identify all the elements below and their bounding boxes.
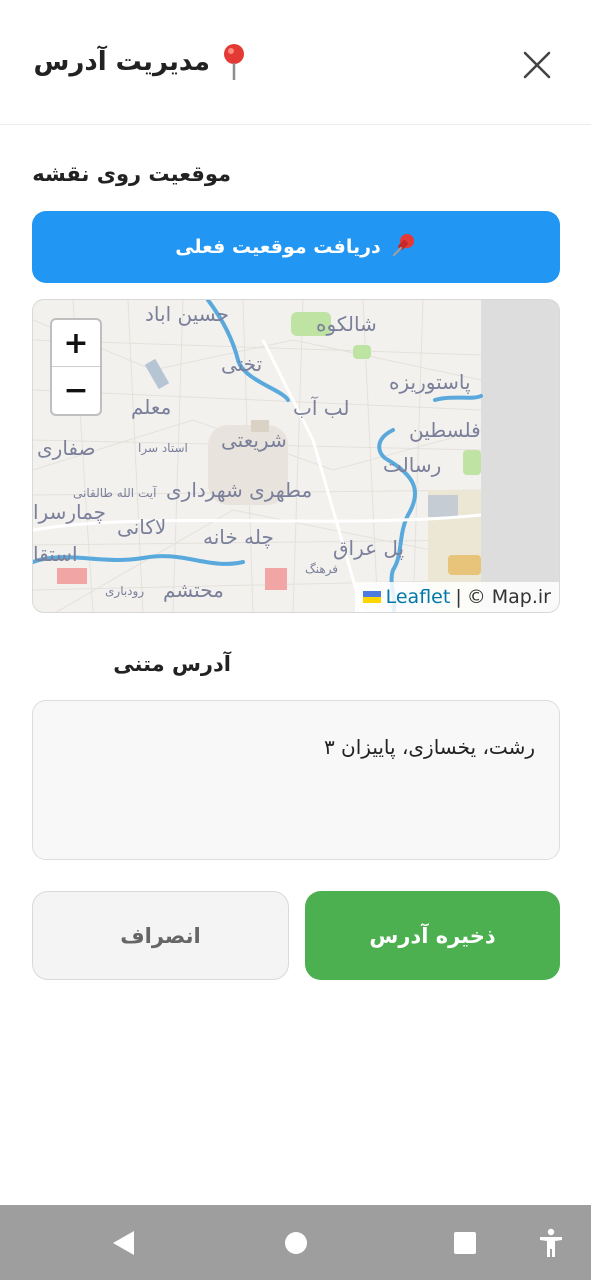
map-label: حسین اباد <box>145 302 229 326</box>
map-label: تختی <box>221 352 263 376</box>
map-tiles <box>33 300 483 612</box>
map-label: فلسطین <box>409 418 481 442</box>
zoom-control: + − <box>50 318 102 416</box>
save-address-button[interactable]: ذخیره آدرس <box>305 891 560 980</box>
system-navigation-bar <box>0 1205 591 1280</box>
get-current-location-button[interactable]: دریافت موقعیت فعلی <box>32 211 560 283</box>
map-pin-icon <box>220 42 248 82</box>
pushpin-icon <box>391 232 417 263</box>
map-label: فرهنگ <box>305 562 339 576</box>
map-attribution: Leaflet | © Map.ir <box>354 582 559 612</box>
close-icon <box>523 51 551 79</box>
map-label: محتشم <box>163 578 224 602</box>
map-label: لاکانی <box>117 515 167 539</box>
accessibility-button[interactable] <box>535 1227 567 1259</box>
recents-button[interactable] <box>449 1227 481 1259</box>
map-label: مطهری شهرداری <box>166 478 313 502</box>
attribution-separator: | <box>455 586 462 608</box>
map-label: شالکوه <box>316 312 377 336</box>
map-label: لب آب <box>293 396 350 420</box>
leaflet-link[interactable]: Leaflet <box>386 586 451 608</box>
back-button[interactable] <box>108 1227 140 1259</box>
map-label: آیت الله طالقانی <box>73 486 157 500</box>
mapir-attribution: © Map.ir <box>466 586 551 608</box>
map-section-label: موقعیت روی نقشه <box>32 162 231 186</box>
address-section-label: آدرس متنی <box>113 652 231 676</box>
map-label: شریعتی <box>221 428 287 452</box>
cancel-button[interactable]: انصراف <box>32 891 289 980</box>
zoom-in-button[interactable]: + <box>52 320 100 367</box>
back-triangle-icon <box>113 1231 134 1255</box>
header: مدیریت آدرس <box>0 0 591 125</box>
get-current-location-label: دریافت موقعیت فعلی <box>175 236 381 258</box>
map-label: صفاری <box>37 436 96 460</box>
map-view[interactable]: + − حسین اباد شالکوه تختی پاستوریزه معلم… <box>32 299 560 613</box>
page-title: مدیریت آدرس <box>34 42 249 82</box>
map-label: رودباری <box>105 584 145 598</box>
accessibility-icon <box>540 1228 562 1257</box>
map-label: استقا <box>33 542 78 566</box>
map-label: معلم <box>131 395 172 419</box>
ukraine-flag-icon <box>362 591 381 603</box>
zoom-out-button[interactable]: − <box>52 367 100 414</box>
recents-square-icon <box>454 1232 476 1254</box>
page-title-text: مدیریت آدرس <box>33 47 211 77</box>
map-label: پاستوریزه <box>389 370 471 394</box>
home-button[interactable] <box>280 1227 312 1259</box>
map-label: پل عراق <box>333 536 405 560</box>
home-circle-icon <box>285 1232 307 1254</box>
map-label: رسالت <box>383 453 442 477</box>
address-text-input[interactable]: رشت، یخسازی، پاییزان ۳ <box>32 700 560 860</box>
close-button[interactable] <box>516 44 558 86</box>
map-label: چله خانه <box>203 525 274 549</box>
map-label: چمارسرا <box>33 500 107 524</box>
map-label: استاد سرا <box>138 441 188 455</box>
